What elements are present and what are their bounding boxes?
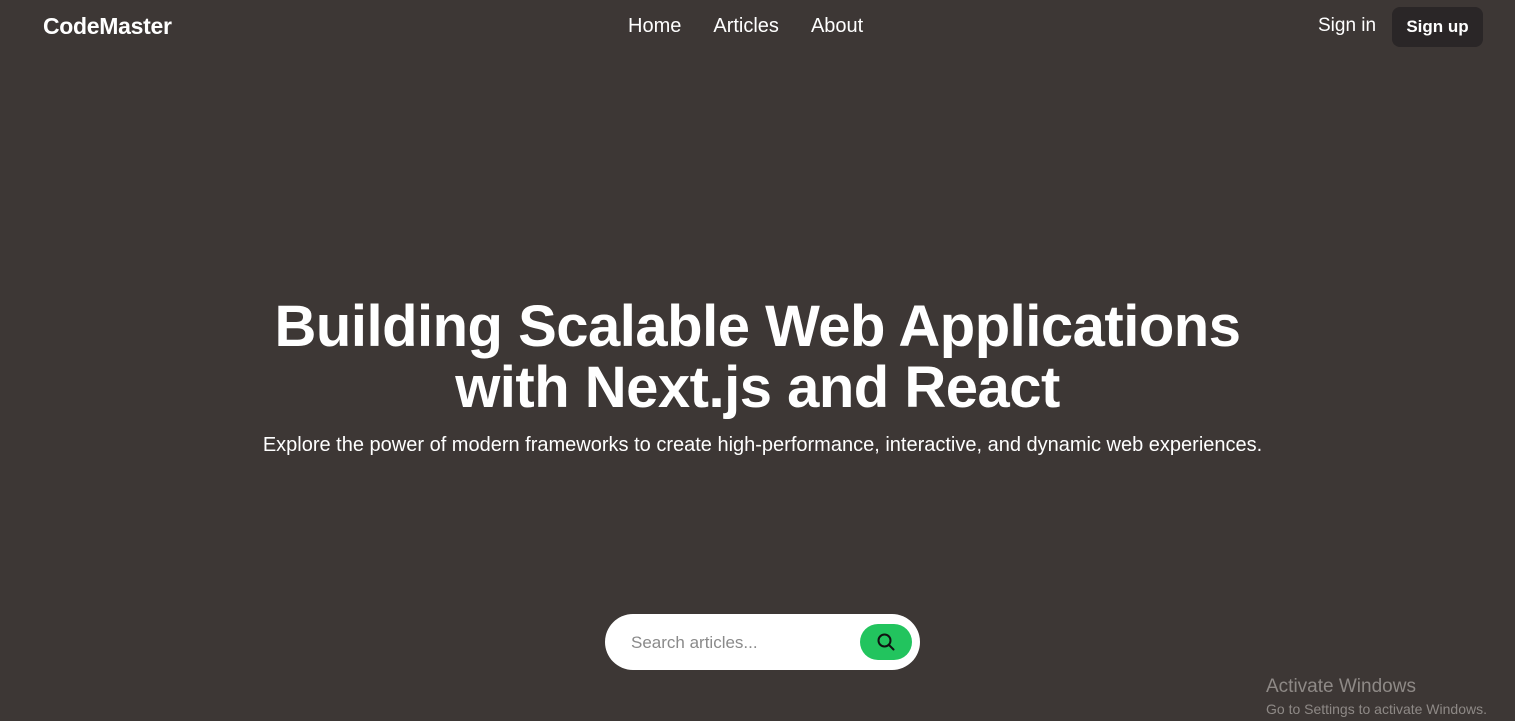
- nav-link-articles[interactable]: Articles: [713, 15, 779, 38]
- search-bar: [605, 614, 920, 670]
- watermark-title: Activate Windows: [1266, 676, 1416, 697]
- page: CodeMaster Home Articles About Sign in S…: [0, 0, 1515, 721]
- nav-link-home[interactable]: Home: [628, 15, 681, 38]
- hero-title-line-2: with Next.js and React: [455, 355, 1060, 420]
- sign-in-link[interactable]: Sign in: [1318, 15, 1376, 37]
- hero-title: Building Scalable Web Applications with …: [0, 296, 1515, 418]
- site-logo[interactable]: CodeMaster: [43, 13, 172, 40]
- hero-title-line-1: Building Scalable Web Applications: [274, 294, 1241, 359]
- main-nav: Home Articles About: [628, 15, 863, 38]
- site-header: CodeMaster Home Articles About Sign in S…: [0, 0, 1515, 55]
- search-input[interactable]: [629, 628, 853, 658]
- watermark-subtitle: Go to Settings to activate Windows.: [1266, 701, 1487, 717]
- sign-up-button[interactable]: Sign up: [1392, 7, 1483, 47]
- search-button[interactable]: [860, 624, 912, 660]
- hero-subtitle: Explore the power of modern frameworks t…: [262, 434, 1263, 456]
- nav-link-about[interactable]: About: [811, 15, 863, 38]
- activate-windows-watermark: Activate Windows Go to Settings to activ…: [1266, 676, 1487, 719]
- search-icon: [877, 633, 895, 651]
